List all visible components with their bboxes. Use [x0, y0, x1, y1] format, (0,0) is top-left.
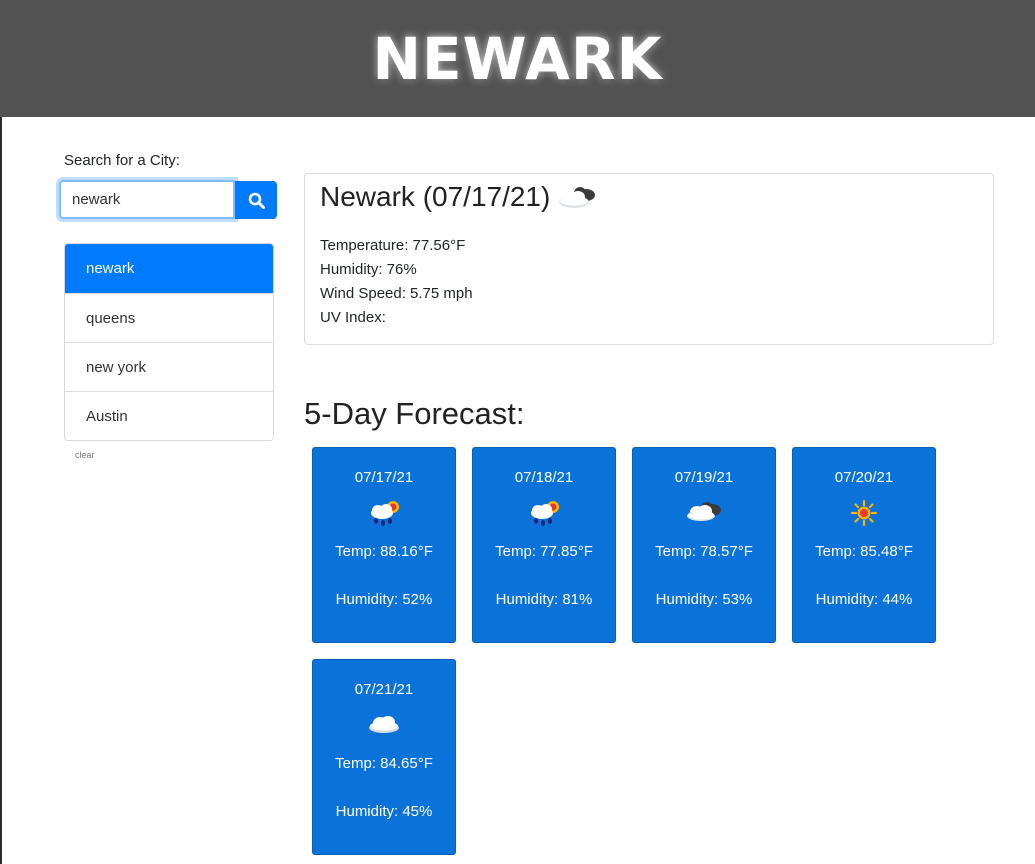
search-history-list: newark queens new york Austin — [64, 243, 274, 441]
history-item-queens[interactable]: queens — [65, 293, 273, 342]
search-button[interactable] — [235, 181, 277, 219]
search-icon — [248, 192, 265, 209]
forecast-temp: Temp: 84.65°F — [335, 755, 433, 772]
sun-icon — [850, 499, 878, 527]
forecast-card: 07/19/21 Temp: 78.57°F Humidity: 53% — [632, 447, 776, 643]
search-label: Search for a City: — [64, 152, 180, 169]
forecast-temp: Temp: 78.57°F — [655, 543, 753, 560]
current-wind-speed: Wind Speed: 5.75 mph — [320, 285, 473, 302]
forecast-temp: Temp: 85.48°F — [815, 543, 913, 560]
forecast-date: 07/19/21 — [674, 469, 734, 486]
forecast-heading: 5-Day Forecast: — [304, 396, 525, 431]
forecast-card: 07/18/21 Temp: 77.85°F Humidity: 81% — [472, 447, 616, 643]
partly-cloudy-icon — [687, 502, 721, 521]
partly-cloudy-icon — [559, 187, 596, 208]
current-weather-stats: Temperature: 77.56°F Humidity: 76% Wind … — [320, 234, 473, 330]
forecast-date: 07/17/21 — [354, 469, 414, 486]
history-item-newark[interactable]: newark — [65, 244, 273, 293]
forecast-humidity: Humidity: 53% — [655, 591, 753, 608]
clear-history-link[interactable]: clear — [75, 450, 95, 460]
forecast-date: 07/20/21 — [834, 469, 894, 486]
current-city-date: Newark (07/17/21) — [320, 181, 551, 212]
current-weather-title-row: Newark (07/17/21) — [320, 180, 600, 214]
forecast-humidity: Humidity: 81% — [495, 591, 593, 608]
forecast-humidity: Humidity: 44% — [815, 591, 913, 608]
forecast-temp: Temp: 77.85°F — [495, 543, 593, 560]
rain-sun-icon — [531, 501, 559, 526]
cloud-icon — [369, 716, 399, 733]
rain-sun-icon — [371, 501, 399, 526]
history-item-austin[interactable]: Austin — [65, 391, 273, 440]
forecast-humidity: Humidity: 52% — [335, 591, 433, 608]
page-title: NEWARK — [372, 24, 663, 93]
forecast-temp: Temp: 88.16°F — [335, 543, 433, 560]
forecast-card: 07/17/21 Temp: 88.16°F Humidity: 52% — [312, 447, 456, 643]
current-weather-panel: Newark (07/17/21) Temperature: 77.56°F H… — [304, 173, 994, 345]
city-search-input[interactable] — [59, 180, 235, 219]
forecast-card: 07/20/21 Temp: 85.48°F Humidity: 44% — [792, 447, 936, 643]
forecast-date: 07/18/21 — [514, 469, 574, 486]
page-header: NEWARK — [0, 0, 1035, 117]
history-item-new-york[interactable]: new york — [65, 342, 273, 391]
current-temperature: Temperature: 77.56°F — [320, 237, 466, 254]
forecast-humidity: Humidity: 45% — [335, 803, 433, 820]
current-uv-index: UV Index: — [320, 309, 386, 326]
forecast-date: 07/21/21 — [354, 681, 414, 698]
window-left-edge — [0, 0, 2, 864]
forecast-card: 07/21/21 Temp: 84.65°F Humidity: 45% — [312, 659, 456, 855]
current-humidity: Humidity: 76% — [320, 261, 417, 278]
